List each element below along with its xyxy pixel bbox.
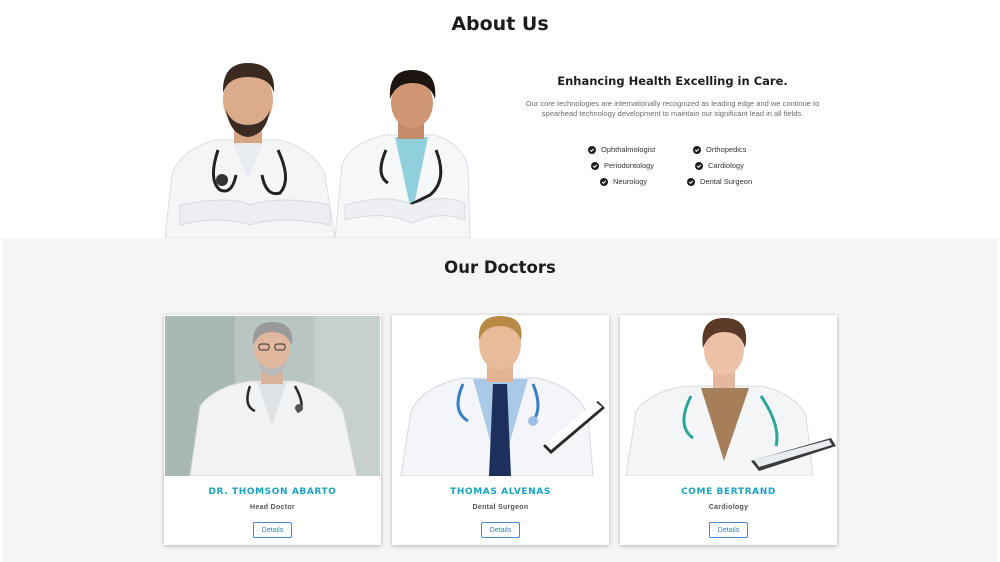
check-circle-icon [591, 161, 599, 170]
doctors-title: Our Doctors [444, 258, 556, 277]
doctor-role: Head Doctor [250, 504, 295, 511]
specialty-item: Dental Surgeon [687, 177, 752, 186]
doctor-role: Cardiology [708, 504, 749, 511]
specialty-label: Cardiology [708, 161, 744, 170]
specialty-label: Orthopedics [706, 145, 747, 154]
about-text-block: Enhancing Health Excelling in Care. Our … [515, 74, 830, 119]
check-circle-icon [600, 177, 608, 186]
specialty-item: Ophthalmologist [588, 145, 655, 154]
doctor-photo [393, 316, 608, 476]
doctors-section: Our Doctors DR. THOMSON ABARTO Head Doct… [2, 238, 998, 562]
specialty-label: Dental Surgeon [700, 177, 753, 186]
check-circle-icon [695, 161, 703, 170]
specialty-item: Neurology [600, 177, 647, 186]
details-button[interactable]: Details [709, 522, 748, 538]
doctor-name: COME BERTRAND [681, 487, 776, 497]
doctor-card: THOMAS ALVENAS Dental Surgeon Details [392, 315, 609, 545]
about-description: Our core technologies are internationall… [525, 99, 820, 118]
doctor-card: COME BERTRAND Cardiology Details [620, 315, 837, 545]
doctor-photo [621, 316, 836, 476]
about-subtitle: Enhancing Health Excelling in Care. [557, 74, 788, 88]
check-circle-icon [687, 177, 695, 186]
details-button[interactable]: Details [481, 522, 520, 538]
doctor-name: DR. THOMSON ABARTO [208, 487, 337, 497]
specialty-label: Neurology [613, 177, 648, 186]
specialty-item: Cardiology [695, 161, 744, 170]
specialty-item: Orthopedics [693, 145, 746, 154]
check-circle-icon [693, 145, 701, 154]
check-circle-icon [588, 145, 596, 154]
doctor-card: DR. THOMSON ABARTO Head Doctor Details [164, 315, 381, 545]
about-section: About Us Enhancing Health Excelling in C… [0, 0, 1000, 239]
doctor-photo [165, 316, 380, 476]
specialty-item: Periodontology [591, 161, 654, 170]
about-doctors-image [160, 55, 475, 239]
about-title: About Us [451, 13, 549, 35]
doctor-name: THOMAS ALVENAS [450, 487, 551, 497]
specialty-label: Ophthalmologist [601, 145, 656, 154]
doctor-role: Dental Surgeon [472, 504, 529, 511]
specialty-label: Periodontology [604, 161, 655, 170]
details-button[interactable]: Details [253, 522, 292, 538]
